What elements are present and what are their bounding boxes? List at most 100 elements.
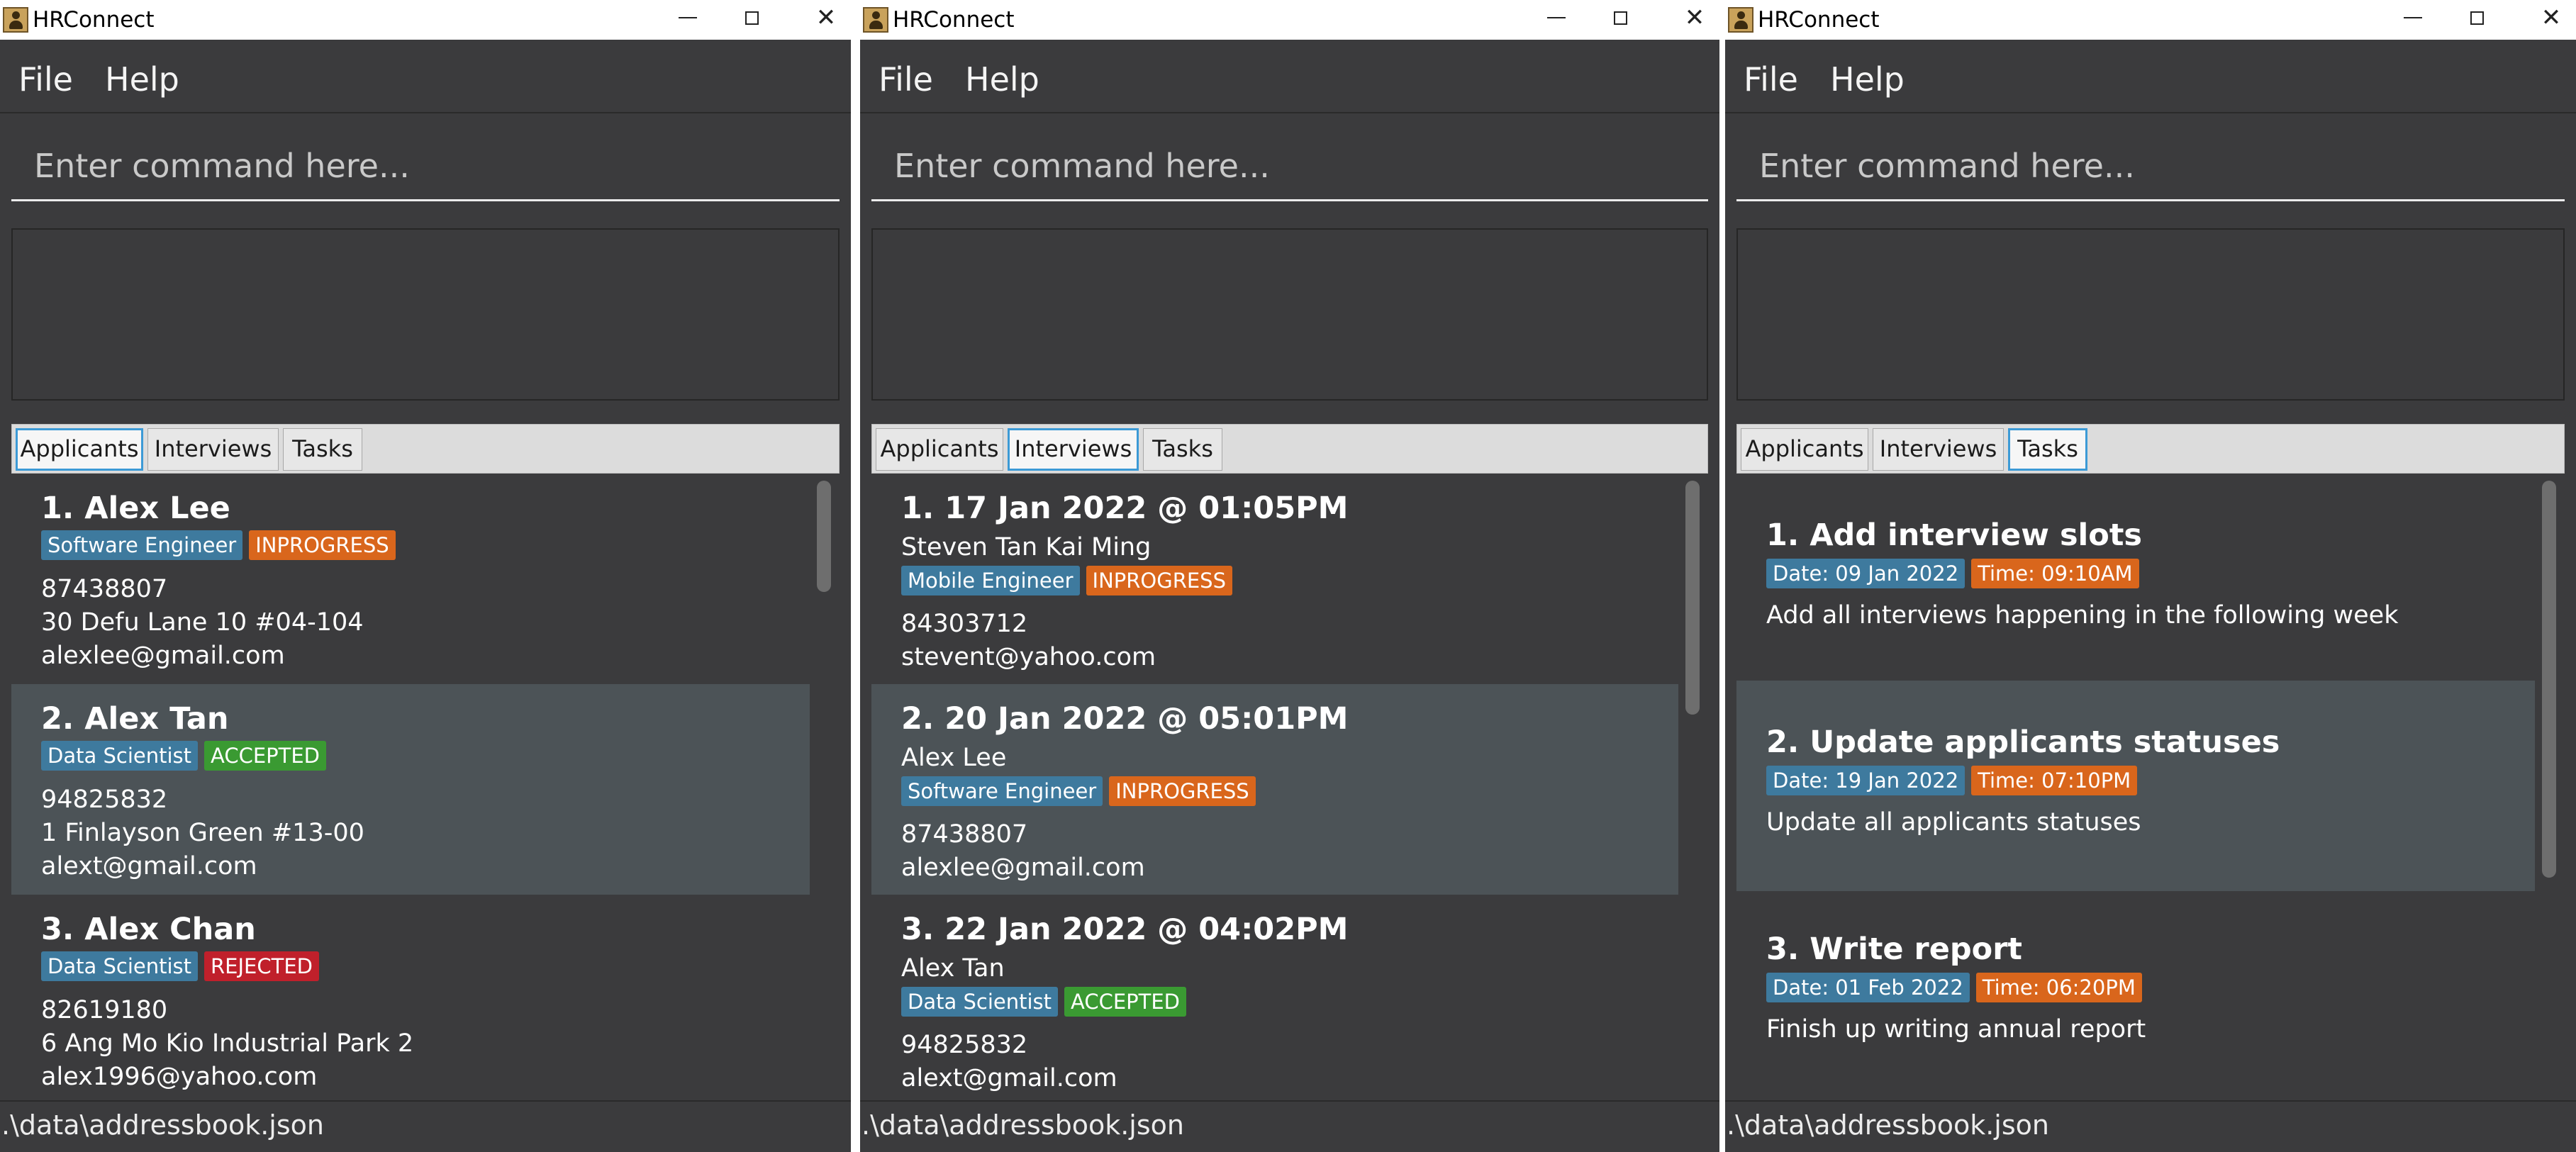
hrconnect-window-tasks: HRConnect ✕ File Help Enter command here… (1725, 0, 2576, 1152)
interview-datetime: 3. 22 Jan 2022 @ 04:02PM (901, 912, 1349, 947)
list-scrollbar[interactable] (817, 481, 831, 1087)
maximize-button[interactable] (727, 0, 776, 35)
window-title: HRConnect (33, 7, 155, 33)
applicant-email: alext@gmail.com (41, 852, 257, 880)
menu-file[interactable]: File (879, 60, 933, 99)
menu-file[interactable]: File (18, 60, 73, 99)
task-list: 1. Add interview slots Date: 09 Jan 2022… (1736, 474, 2565, 1092)
menu-help[interactable]: Help (105, 60, 179, 99)
applicant-card[interactable]: 2. Alex Tan Data Scientist ACCEPTED 9482… (11, 684, 810, 895)
tab-interviews[interactable]: Interviews (1873, 428, 2004, 471)
title-bar[interactable]: HRConnect ✕ (860, 0, 1719, 40)
close-button[interactable]: ✕ (2526, 0, 2576, 35)
command-input[interactable]: Enter command here... (871, 128, 1708, 201)
list-scrollbar[interactable] (2542, 481, 2556, 1087)
result-display (1736, 228, 2565, 401)
command-input[interactable]: Enter command here... (1736, 128, 2565, 201)
status-badge: ACCEPTED (204, 741, 327, 771)
applicant-email: alex1996@yahoo.com (41, 1063, 318, 1091)
job-tag: Data Scientist (41, 951, 198, 981)
close-button[interactable]: ✕ (1670, 0, 1719, 35)
scrollbar-thumb[interactable] (817, 481, 831, 592)
tab-interviews[interactable]: Interviews (1008, 428, 1139, 471)
task-tags: Date: 09 Jan 2022 Time: 09:10AM (1766, 559, 2139, 590)
scrollbar-thumb[interactable] (2542, 481, 2556, 878)
title-bar[interactable]: HRConnect ✕ (0, 0, 851, 40)
close-icon: ✕ (815, 4, 837, 32)
close-button[interactable]: ✕ (801, 0, 851, 35)
job-tag: Mobile Engineer (901, 566, 1080, 595)
tab-applicants[interactable]: Applicants (876, 428, 1003, 471)
task-title: 3. Write report (1766, 932, 2022, 967)
interviewee-name: Alex Tan (901, 954, 1005, 983)
menu-bar: File Help (0, 40, 851, 113)
minimize-button[interactable] (1532, 0, 1581, 35)
menu-bar: File Help (860, 40, 1719, 113)
tab-tasks[interactable]: Tasks (283, 428, 362, 471)
applicant-name: 2. Alex Tan (41, 701, 229, 737)
interviewee-email: alext@gmail.com (901, 1064, 1117, 1092)
tab-bar: Applicants Interviews Tasks (11, 424, 840, 474)
title-bar[interactable]: HRConnect ✕ (1725, 0, 2576, 40)
interview-tags: Data Scientist ACCEPTED (901, 987, 1187, 1018)
menu-help[interactable]: Help (965, 60, 1039, 99)
task-card[interactable]: 3. Write report Date: 01 Feb 2022 Time: … (1736, 888, 2535, 1092)
task-tags: Date: 19 Jan 2022 Time: 07:10PM (1766, 766, 2138, 797)
menu-help[interactable]: Help (1830, 60, 1905, 99)
applicant-name: 3. Alex Chan (41, 912, 256, 947)
tab-bar: Applicants Interviews Tasks (871, 424, 1708, 474)
maximize-button[interactable] (2452, 0, 2502, 35)
tab-applicants[interactable]: Applicants (16, 428, 143, 471)
app-icon (1728, 7, 1753, 33)
time-tag: Time: 06:20PM (1975, 973, 2142, 1002)
time-tag: Time: 07:10PM (1971, 766, 2138, 795)
tab-interviews[interactable]: Interviews (147, 428, 279, 471)
result-display (11, 228, 840, 401)
tab-tasks[interactable]: Tasks (1143, 428, 1222, 471)
job-tag: Software Engineer (41, 530, 243, 560)
applicant-tags: Data Scientist REJECTED (41, 951, 319, 983)
command-input[interactable]: Enter command here... (11, 128, 840, 201)
task-description: Update all applicants statuses (1766, 808, 2141, 837)
minimize-icon (2404, 17, 2422, 18)
hrconnect-window-applicants: HRConnect ✕ File Help Enter command here… (0, 0, 851, 1152)
app-icon (3, 7, 28, 33)
applicant-address: 6 Ang Mo Kio Industrial Park 2 (41, 1029, 414, 1058)
window-title: HRConnect (893, 7, 1015, 33)
interviewee-name: Steven Tan Kai Ming (901, 533, 1152, 561)
applicant-phone: 82619180 (41, 996, 168, 1024)
interviewee-phone: 94825832 (901, 1031, 1028, 1059)
applicant-card[interactable]: 3. Alex Chan Data Scientist REJECTED 826… (11, 895, 810, 1092)
interview-card[interactable]: 2. 20 Jan 2022 @ 05:01PM Alex Lee Softwa… (871, 684, 1678, 895)
interview-card[interactable]: 3. 22 Jan 2022 @ 04:02PM Alex Tan Data S… (871, 895, 1678, 1092)
list-scrollbar[interactable] (1685, 481, 1700, 1087)
minimize-button[interactable] (2388, 0, 2438, 35)
interviewee-email: stevent@yahoo.com (901, 643, 1156, 671)
applicant-phone: 94825832 (41, 785, 168, 814)
task-card[interactable]: 2. Update applicants statuses Date: 19 J… (1736, 681, 2535, 891)
task-card[interactable]: 1. Add interview slots Date: 09 Jan 2022… (1736, 474, 2535, 684)
date-tag: Date: 01 Feb 2022 (1766, 973, 1970, 1002)
status-badge: INPROGRESS (1109, 776, 1256, 806)
minimize-icon (679, 17, 697, 18)
minimize-button[interactable] (663, 0, 713, 35)
applicant-address: 30 Defu Lane 10 #04-104 (41, 608, 364, 637)
task-description: Finish up writing annual report (1766, 1015, 2146, 1044)
date-tag: Date: 09 Jan 2022 (1766, 559, 1966, 588)
menu-file[interactable]: File (1744, 60, 1798, 99)
interview-tags: Mobile Engineer INPROGRESS (901, 566, 1232, 597)
status-bar-path: .\data\addressbook.json (0, 1100, 851, 1152)
task-description: Add all interviews happening in the foll… (1766, 601, 2399, 630)
menu-bar: File Help (1725, 40, 2576, 113)
tab-applicants[interactable]: Applicants (1741, 428, 1868, 471)
close-icon: ✕ (1684, 4, 1705, 32)
job-tag: Data Scientist (41, 741, 198, 771)
job-tag: Data Scientist (901, 987, 1058, 1017)
interview-card[interactable]: 1. 17 Jan 2022 @ 01:05PM Steven Tan Kai … (871, 474, 1678, 684)
applicant-card[interactable]: 1. Alex Lee Software Engineer INPROGRESS… (11, 474, 810, 684)
tab-tasks[interactable]: Tasks (2008, 428, 2087, 471)
app-icon (863, 7, 888, 33)
maximize-icon (745, 11, 759, 25)
maximize-button[interactable] (1595, 0, 1645, 35)
scrollbar-thumb[interactable] (1685, 481, 1700, 715)
